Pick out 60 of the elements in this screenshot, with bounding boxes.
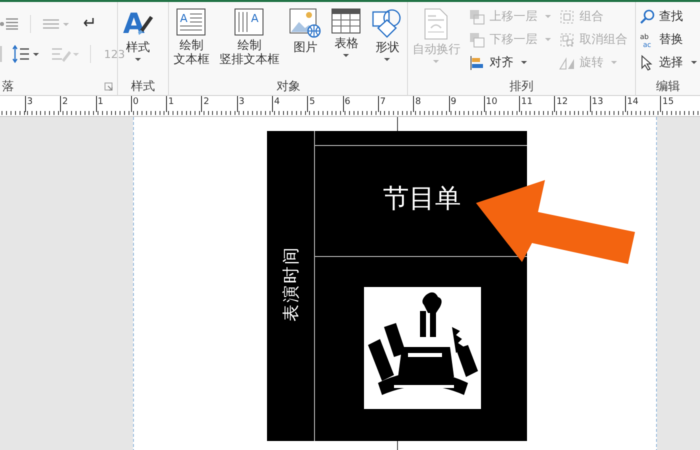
caret-icon [433, 60, 440, 63]
ruler-label: 3 [236, 96, 272, 112]
ungroup-icon [559, 32, 576, 48]
line-spacing-icon[interactable] [12, 45, 40, 63]
list-indent-icon[interactable] [0, 16, 20, 32]
group-label: 对象 [276, 78, 300, 94]
ruler-label: 14 [625, 96, 660, 112]
ruler-label: 15 [660, 96, 696, 112]
ruler-label: 7 [378, 96, 414, 112]
dialog-launcher-icon[interactable] [104, 82, 113, 91]
ribbon-button[interactable]: A 绘制 竖排文本框 [215, 6, 284, 68]
ruler-label: 6 [342, 96, 378, 112]
ruler-label: 11 [519, 96, 554, 112]
send-backward-icon [469, 32, 486, 48]
caret-icon [343, 54, 350, 57]
ruler-label: 1 [96, 96, 131, 112]
bring-forward-icon [469, 8, 486, 24]
ruler-label: 1 [166, 96, 202, 112]
vertical-text-box-icon: A [234, 8, 264, 36]
ruler-label: 2 [201, 96, 237, 112]
ruler-label: 3 [25, 96, 60, 112]
caret-icon [545, 15, 552, 18]
text-box-icon: A [176, 8, 206, 36]
ruler-label: 13 [590, 96, 626, 112]
picture-icon [289, 8, 322, 38]
ruler-label: 10 [484, 96, 520, 112]
caret-icon [691, 61, 697, 64]
ribbon-button[interactable]: 表格 [327, 6, 366, 59]
group-label: 编辑 [656, 78, 680, 94]
ruler-label: 5 [307, 96, 343, 112]
ruler-label: 8 [413, 96, 449, 112]
ruler-label: 4 [272, 96, 308, 112]
search-icon [639, 8, 655, 24]
ruler-label: 9 [448, 96, 484, 112]
ruler-label: 0 [130, 96, 166, 112]
wrap-text-icon [423, 8, 450, 40]
ruler-label: 12 [554, 96, 590, 112]
group-label: 样式 [131, 78, 156, 94]
align-icon [469, 54, 486, 70]
rotate-icon [559, 54, 576, 70]
caret-icon [611, 61, 618, 64]
caret-icon [135, 58, 141, 61]
group-label: 排列 [510, 78, 534, 94]
program-title: 节目单 [383, 182, 461, 216]
ribbon-button[interactable]: 选择 [636, 52, 700, 73]
ribbon-button[interactable]: A 绘制 文本框 [169, 6, 214, 68]
group-label: 落 [2, 78, 14, 94]
ribbon-button[interactable]: 查找 [636, 6, 700, 27]
caret-icon [521, 61, 528, 64]
ruler-label: 2 [60, 96, 96, 112]
table-icon [331, 8, 362, 34]
pointer-icon [639, 54, 655, 70]
ribbon-button[interactable]: 图片 [285, 6, 326, 56]
side-text: 表演时间 [280, 245, 302, 321]
group-icon [559, 8, 576, 24]
ribbon-button[interactable]: 对齐 [466, 52, 554, 73]
caret-icon [545, 38, 552, 41]
ribbon-button[interactable]: 形状 [367, 6, 408, 63]
caret-icon [384, 58, 390, 61]
shapes-icon [371, 8, 404, 38]
